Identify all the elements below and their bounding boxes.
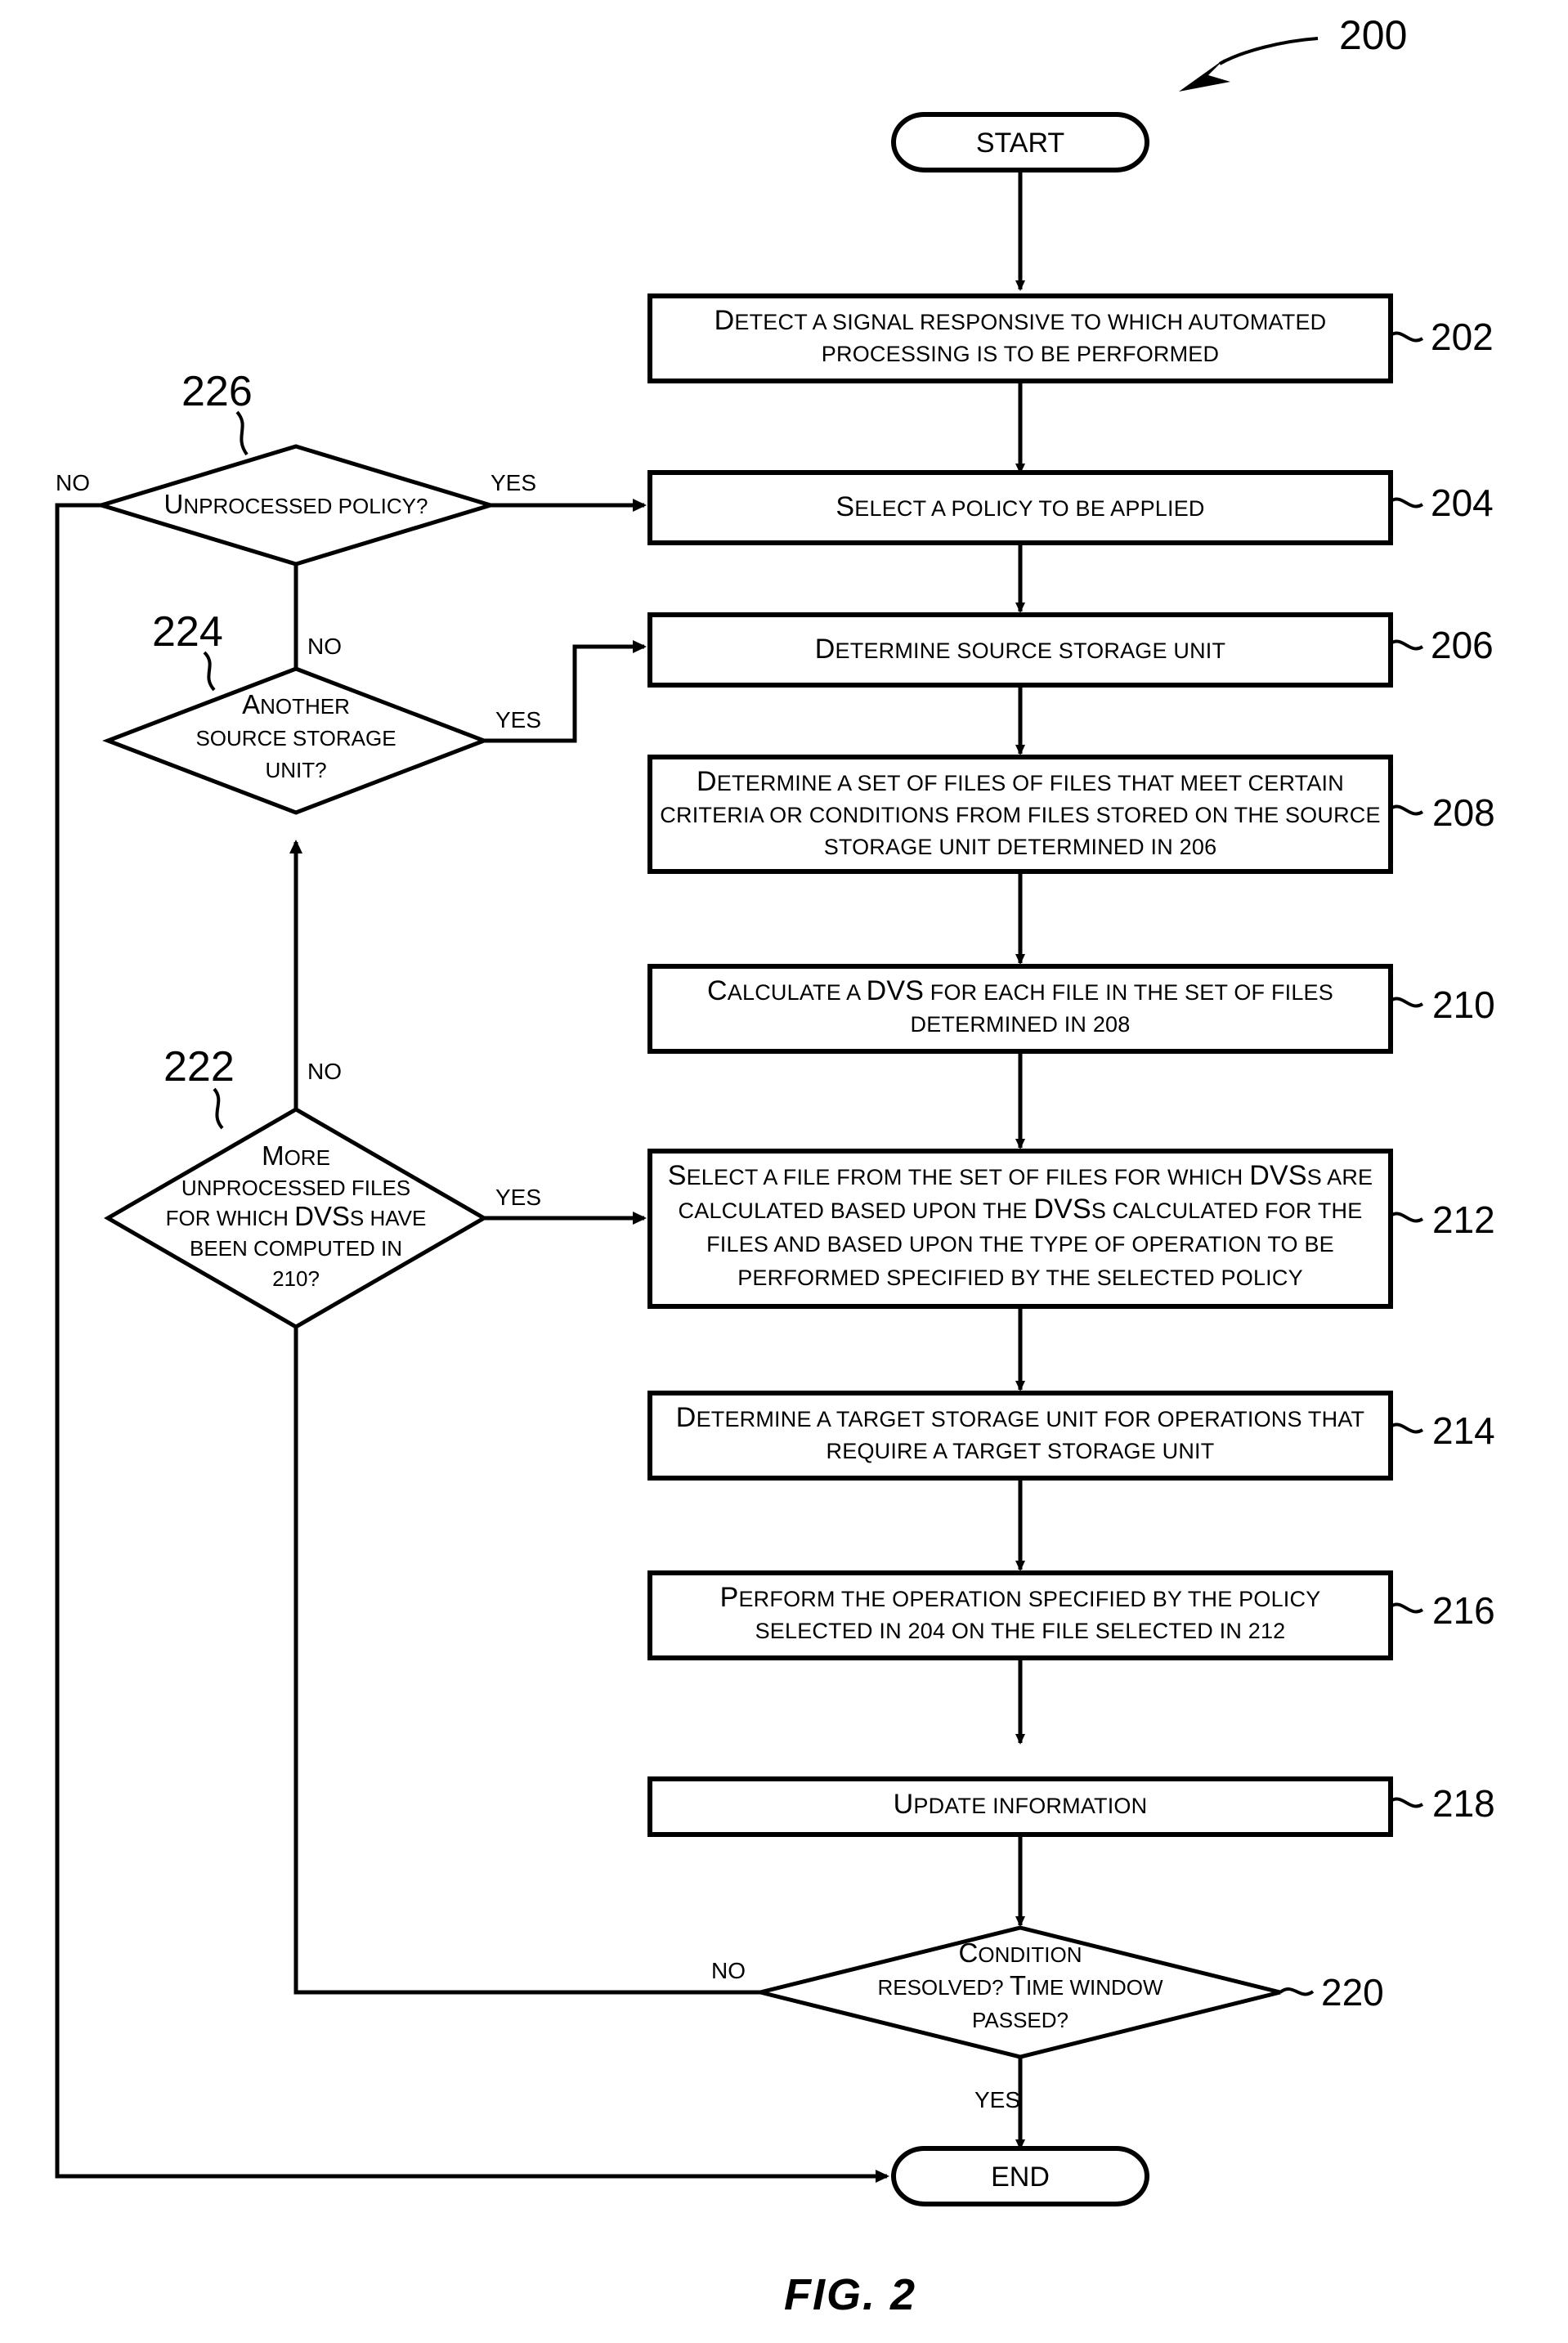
- ref-number-208: 208: [1432, 791, 1495, 834]
- decision-diamond-226: UNPROCESSED POLICY?: [94, 444, 498, 567]
- ref-callout-202: 202: [1389, 316, 1494, 358]
- process-box-208-line-1: CRITERIA OR CONDITIONS FROM FILES STORED…: [660, 803, 1380, 827]
- edge-label-226-yes: YES: [491, 470, 536, 495]
- process-box-214: DETERMINE A TARGET STORAGE UNIT FOR OPER…: [647, 1391, 1393, 1481]
- process-box-212-line-0: SELECT A FILE FROM THE SET OF FILES FOR …: [668, 1160, 1373, 1191]
- process-box-212-line-2: FILES AND BASED UPON THE TYPE OF OPERATI…: [706, 1232, 1334, 1257]
- ref-callout-208: 208: [1389, 791, 1495, 834]
- decision-222-line-0: MORE: [262, 1140, 330, 1171]
- decision-224-line-2: UNIT?: [265, 758, 326, 782]
- flowchart-canvas: 200 START DETECT A SIGNAL RESPONSIVE TO …: [55, 12, 1495, 2319]
- ref-number-216: 216: [1432, 1589, 1495, 1632]
- ref-number-206: 206: [1431, 624, 1494, 666]
- process-box-214-line-0: DETERMINE A TARGET STORAGE UNIT FOR OPER…: [676, 1402, 1364, 1433]
- edge-label-220-no: NO: [711, 1958, 746, 1983]
- process-box-216-line-0: PERFORM THE OPERATION SPECIFIED BY THE P…: [720, 1582, 1321, 1613]
- terminal-end: END: [891, 2146, 1149, 2206]
- edge-label-224-yes: YES: [495, 707, 541, 732]
- edge-label-220-yes: YES: [974, 2087, 1020, 2112]
- ref-callout-218: 218: [1389, 1782, 1495, 1825]
- process-box-214-line-1: REQUIRE A TARGET STORAGE UNIT: [827, 1439, 1215, 1463]
- ref-callout-204: 204: [1389, 482, 1494, 524]
- ref-number-210: 210: [1432, 983, 1495, 1026]
- process-box-202-line-1: PROCESSING IS TO BE PERFORMED: [822, 342, 1219, 366]
- ref-callout-222: 222: [164, 1043, 235, 1130]
- process-box-218-line-0: UPDATE INFORMATION: [894, 1789, 1148, 1820]
- ref-callout-210: 210: [1389, 983, 1495, 1026]
- ref-number-212: 212: [1432, 1198, 1495, 1241]
- process-box-212-line-3: PERFORMED SPECIFIED BY THE SELECTED POLI…: [737, 1266, 1303, 1290]
- process-box-210: CALCULATE A DVS FOR EACH FILE IN THE SET…: [647, 964, 1393, 1054]
- decision-diamond-220: CONDITION RESOLVED? TIME WINDOW PASSED?: [759, 1925, 1281, 2059]
- process-box-208-line-2: STORAGE UNIT DETERMINED IN 206: [824, 835, 1217, 859]
- decision-224-line-0: ANOTHER: [242, 689, 350, 719]
- ref-number-204: 204: [1431, 482, 1494, 524]
- process-box-216: PERFORM THE OPERATION SPECIFIED BY THE P…: [647, 1570, 1393, 1660]
- process-box-204-line-0: SELECT A POLICY TO BE APPLIED: [836, 491, 1204, 522]
- ref-number-224: 224: [152, 608, 223, 656]
- terminal-end-label: END: [991, 2162, 1050, 2193]
- decision-222-line-3: BEEN COMPUTED IN: [190, 1236, 402, 1261]
- process-box-206-line-0: DETERMINE SOURCE STORAGE UNIT: [815, 634, 1225, 665]
- decision-222-line-2: FOR WHICH DVSS HAVE: [166, 1201, 427, 1231]
- ref-number-220: 220: [1321, 1971, 1384, 2014]
- figure-ref-200: 200: [1339, 12, 1407, 58]
- decision-diamond-224: ANOTHER SOURCE STORAGE UNIT?: [102, 666, 490, 815]
- ref-number-214: 214: [1432, 1409, 1495, 1452]
- decision-diamond-222: MORE UNPROCESSED FILES FOR WHICH DVSS HA…: [104, 1107, 488, 1329]
- process-box-206: DETERMINE SOURCE STORAGE UNIT: [647, 612, 1393, 688]
- edge-label-222-yes: YES: [495, 1185, 541, 1210]
- ref-callout-216: 216: [1389, 1589, 1495, 1632]
- ref-callout-206: 206: [1389, 624, 1494, 666]
- patent-figure-2: 200 START DETECT A SIGNAL RESPONSIVE TO …: [0, 0, 1568, 2343]
- ref-callout-212: 212: [1389, 1198, 1495, 1241]
- process-box-202: DETECT A SIGNAL RESPONSIVE TO WHICH AUTO…: [647, 293, 1393, 383]
- process-box-212: SELECT A FILE FROM THE SET OF FILES FOR …: [647, 1149, 1393, 1309]
- ref-callout-214: 214: [1389, 1409, 1495, 1452]
- process-box-208: DETERMINE A SET OF FILES OF FILES THAT M…: [647, 755, 1393, 874]
- process-box-216-line-1: SELECTED IN 204 ON THE FILE SELECTED IN …: [755, 1619, 1286, 1643]
- ref-callout-224: 224: [152, 608, 223, 692]
- edge-label-222-no: NO: [307, 1059, 342, 1084]
- figure-ref-200-callout: 200: [1179, 12, 1407, 92]
- decision-220-line-2: PASSED?: [972, 2008, 1068, 2032]
- process-box-218: UPDATE INFORMATION: [647, 1776, 1393, 1837]
- process-box-210-line-1: DETERMINED IN 208: [911, 1012, 1131, 1037]
- process-box-202-line-0: DETECT A SIGNAL RESPONSIVE TO WHICH AUTO…: [715, 305, 1327, 336]
- ref-number-202: 202: [1431, 316, 1494, 358]
- process-box-212-line-1: CALCULATED BASED UPON THE DVSS CALCULATE…: [679, 1194, 1363, 1225]
- decision-222-line-4: 210?: [272, 1266, 320, 1291]
- decision-226-line-0: UNPROCESSED POLICY?: [164, 489, 428, 519]
- ref-number-226: 226: [181, 368, 253, 415]
- ref-callout-220: 220: [1279, 1971, 1384, 2014]
- ref-number-218: 218: [1432, 1782, 1495, 1825]
- terminal-start-label: START: [976, 128, 1064, 159]
- ref-callout-226: 226: [181, 368, 253, 456]
- decision-220-line-0: CONDITION: [959, 1938, 1082, 1968]
- decision-224-line-1: SOURCE STORAGE: [195, 726, 396, 750]
- ref-number-222: 222: [164, 1043, 235, 1091]
- decision-220-line-1: RESOLVED? TIME WINDOW: [877, 1970, 1163, 2000]
- process-box-204: SELECT A POLICY TO BE APPLIED: [647, 470, 1393, 545]
- decision-222-line-1: UNPROCESSED FILES: [181, 1176, 410, 1200]
- edge-label-224-no: NO: [307, 634, 342, 659]
- terminal-start: START: [891, 112, 1149, 172]
- figure-caption: FIG. 2: [784, 2270, 916, 2319]
- process-box-208-line-0: DETERMINE A SET OF FILES OF FILES THAT M…: [697, 766, 1344, 797]
- edge-label-226-no: NO: [56, 470, 90, 495]
- process-box-210-line-0: CALCULATE A DVS FOR EACH FILE IN THE SET…: [707, 975, 1333, 1006]
